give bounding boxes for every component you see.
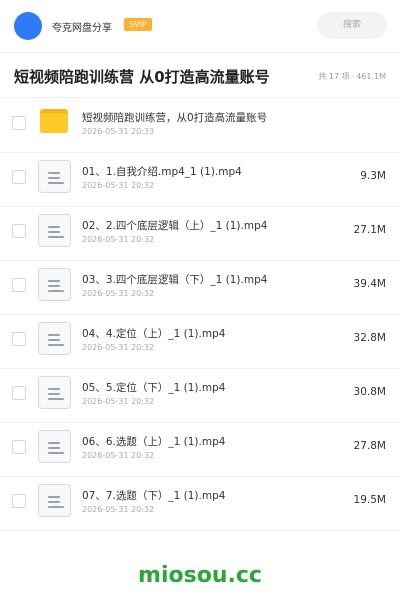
folder-header: 短视频陪跑训练营 从0打造高流量账号 共 17 项 · 461.1M	[0, 53, 400, 98]
video-file-icon	[38, 214, 71, 247]
file-name[interactable]: 04、4.定位（上）_1 (1).mp4	[82, 326, 225, 341]
file-date: 2026-05-31 20:32	[82, 343, 155, 352]
top-bar: 夸克网盘分享 SVIP 搜索	[0, 0, 400, 53]
page-title: 短视频陪跑训练营 从0打造高流量账号	[14, 68, 270, 86]
file-date: 2026-05-31 20:32	[82, 397, 155, 406]
file-size: 39.4M	[353, 278, 386, 290]
file-size: 9.3M	[360, 170, 386, 182]
file-size: 19.5M	[353, 494, 386, 506]
list-item[interactable]: 03、3.四个底层逻辑（下）_1 (1).mp4 2026-05-31 20:32…	[0, 260, 400, 315]
select-checkbox[interactable]	[12, 278, 26, 292]
file-date: 2026-05-31 20:32	[82, 235, 155, 244]
select-checkbox[interactable]	[12, 386, 26, 400]
select-checkbox[interactable]	[12, 170, 26, 184]
total-size: 461.1M	[356, 72, 386, 81]
file-name[interactable]: 07、7.选题（下）_1 (1).mp4	[82, 488, 225, 503]
file-name[interactable]: 短视频陪跑训练营，从0打造高流量账号	[82, 110, 267, 125]
video-file-icon	[38, 322, 71, 355]
list-item[interactable]: 01、1.自我介绍.mp4_1 (1).mp4 2026-05-31 20:32 9…	[0, 152, 400, 207]
file-size: 32.8M	[353, 332, 386, 344]
file-date: 2026-05-31 20:32	[82, 289, 155, 298]
file-date: 2026-05-31 20:32	[82, 505, 155, 514]
item-count: 共 17 项	[318, 72, 350, 81]
file-name[interactable]: 06、6.选题（上）_1 (1).mp4	[82, 434, 225, 449]
file-date: 2026-05-31 20:32	[82, 451, 155, 460]
separator-dot: ·	[351, 72, 355, 81]
list-item[interactable]: 短视频陪跑训练营，从0打造高流量账号 2026-05-31 20:33	[0, 98, 400, 153]
list-item[interactable]: 06、6.选题（上）_1 (1).mp4 2026-05-31 20:32 27.8…	[0, 422, 400, 477]
file-date: 2026-05-31 20:33	[82, 127, 155, 136]
file-name[interactable]: 05、5.定位（下）_1 (1).mp4	[82, 380, 225, 395]
video-file-icon	[38, 268, 71, 301]
select-checkbox[interactable]	[12, 440, 26, 454]
folder-summary: 共 17 项 · 461.1M	[318, 71, 388, 82]
video-file-icon	[38, 430, 71, 463]
select-checkbox[interactable]	[12, 224, 26, 238]
brand-name: 夸克网盘分享	[52, 23, 112, 34]
file-size: 27.8M	[353, 440, 386, 452]
folder-icon	[40, 109, 68, 133]
file-name[interactable]: 02、2.四个底层逻辑（上）_1 (1).mp4	[82, 218, 267, 233]
video-file-icon	[38, 376, 71, 409]
video-file-icon	[38, 484, 71, 517]
file-name[interactable]: 03、3.四个底层逻辑（下）_1 (1).mp4	[82, 272, 267, 287]
file-name[interactable]: 01、1.自我介绍.mp4_1 (1).mp4	[82, 164, 242, 179]
select-checkbox[interactable]	[12, 494, 26, 508]
file-size: 30.8M	[353, 386, 386, 398]
list-item[interactable]: 04、4.定位（上）_1 (1).mp4 2026-05-31 20:32 32.8…	[0, 314, 400, 369]
avatar[interactable]	[14, 12, 42, 40]
list-item[interactable]: 07、7.选题（下）_1 (1).mp4 2026-05-31 20:32 19.5…	[0, 476, 400, 531]
watermark: miosou.cc	[138, 563, 262, 588]
search-button[interactable]: 搜索	[317, 12, 387, 39]
video-file-icon	[38, 160, 71, 193]
svip-badge: SVIP	[124, 18, 152, 31]
select-checkbox[interactable]	[12, 116, 26, 130]
list-item[interactable]: 02、2.四个底层逻辑（上）_1 (1).mp4 2026-05-31 20:32…	[0, 206, 400, 261]
list-item[interactable]: 05、5.定位（下）_1 (1).mp4 2026-05-31 20:32 30.8…	[0, 368, 400, 423]
select-checkbox[interactable]	[12, 332, 26, 346]
file-size: 27.1M	[353, 224, 386, 236]
file-date: 2026-05-31 20:32	[82, 181, 155, 190]
